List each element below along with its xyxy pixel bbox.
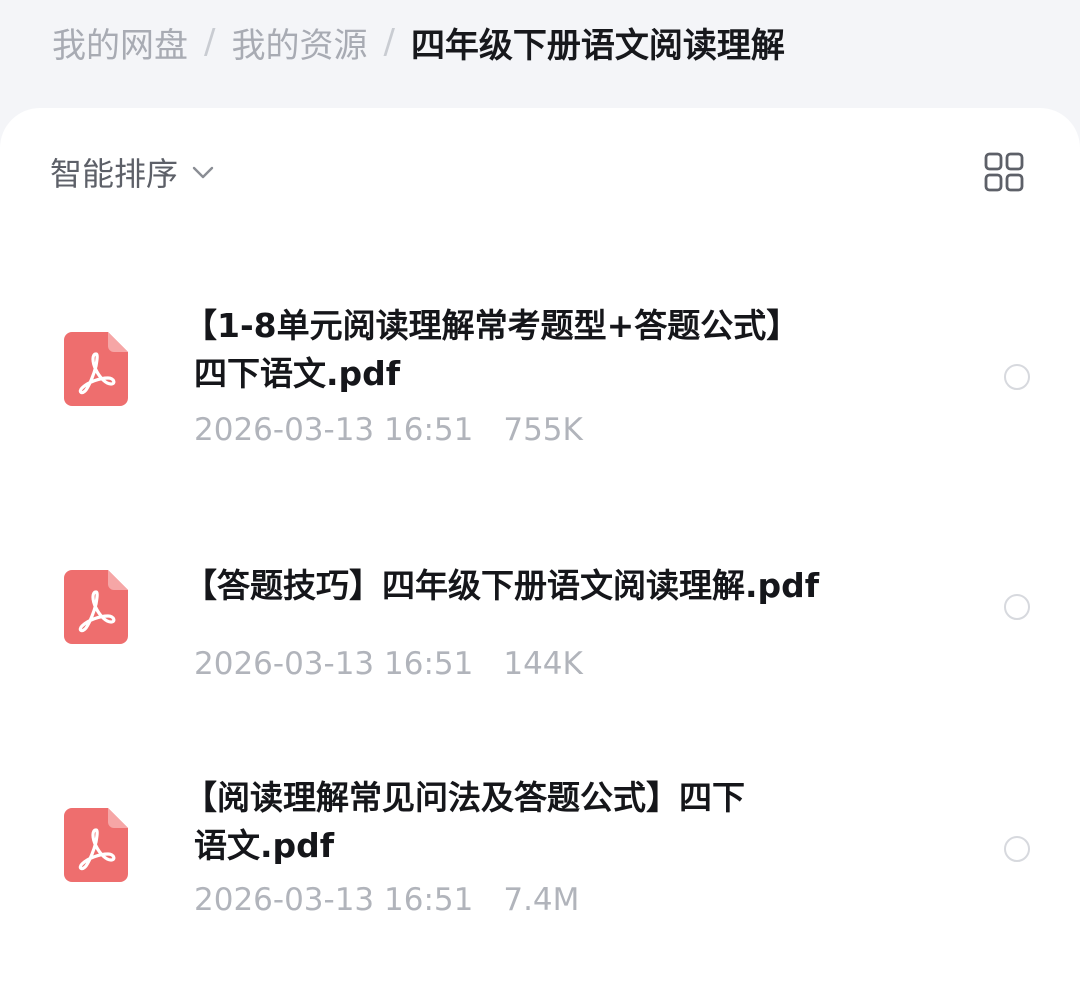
- file-name-line-1: 【1-8单元阅读理解常考题型+答题公式】: [184, 306, 800, 345]
- select-radio[interactable]: [1004, 836, 1030, 862]
- breadcrumb-item-my-drive[interactable]: 我的网盘: [52, 18, 188, 67]
- file-meta: 2026-03-13 16:51 7.4M: [194, 882, 579, 918]
- select-radio[interactable]: [1004, 594, 1030, 620]
- file-size: 7.4M: [503, 882, 580, 918]
- breadcrumb: 我的网盘 / 我的资源 / 四年级下册语文阅读理解: [52, 14, 785, 70]
- file-name: 【阅读理解常见问法及答题公式】四下 语文.pdf: [184, 774, 924, 870]
- file-list-item[interactable]: 【阅读理解常见问法及答题公式】四下 语文.pdf 2026-03-13 16:5…: [0, 774, 1080, 924]
- sort-dropdown[interactable]: 智能排序: [50, 150, 216, 194]
- sort-label: 智能排序: [50, 155, 179, 193]
- file-name: 【1-8单元阅读理解常考题型+答题公式】 四下语文.pdf: [184, 302, 924, 398]
- file-list-card: 智能排序 【1-8单元阅读理解常考题型+答题公式】 四下语文.pdf 2026-…: [0, 108, 1080, 1008]
- file-name: 【答题技巧】四年级下册语文阅读理解.pdf: [184, 562, 924, 610]
- breadcrumb-separator: /: [204, 22, 216, 62]
- file-date: 2026-03-13 16:51: [194, 646, 474, 682]
- file-meta: 2026-03-13 16:51 144K: [194, 646, 583, 682]
- file-size: 144K: [503, 646, 583, 682]
- file-name-line-2: 四下语文.pdf: [194, 354, 401, 393]
- file-name-line-2: 语文.pdf: [194, 826, 335, 865]
- chevron-down-icon: [192, 166, 214, 179]
- file-list-item[interactable]: 【1-8单元阅读理解常考题型+答题公式】 四下语文.pdf 2026-03-13…: [0, 302, 1080, 452]
- file-name-line-1: 【答题技巧】四年级下册语文阅读理解.pdf: [184, 566, 820, 605]
- file-meta: 2026-03-13 16:51 755K: [194, 412, 583, 448]
- pdf-icon: [64, 332, 128, 406]
- grid-view-icon[interactable]: [984, 152, 1024, 192]
- breadcrumb-item-current-folder: 四年级下册语文阅读理解: [410, 25, 785, 66]
- file-date: 2026-03-13 16:51: [194, 882, 474, 918]
- file-name-line-1: 【阅读理解常见问法及答题公式】四下: [184, 778, 745, 817]
- file-size: 755K: [503, 412, 583, 448]
- breadcrumb-item-my-resources[interactable]: 我的资源: [231, 18, 367, 67]
- pdf-icon: [64, 808, 128, 882]
- pdf-icon: [64, 570, 128, 644]
- select-radio[interactable]: [1004, 364, 1030, 390]
- breadcrumb-separator: /: [383, 22, 395, 62]
- file-date: 2026-03-13 16:51: [194, 412, 474, 448]
- file-list-item[interactable]: 【答题技巧】四年级下册语文阅读理解.pdf 2026-03-13 16:51 14…: [0, 562, 1080, 682]
